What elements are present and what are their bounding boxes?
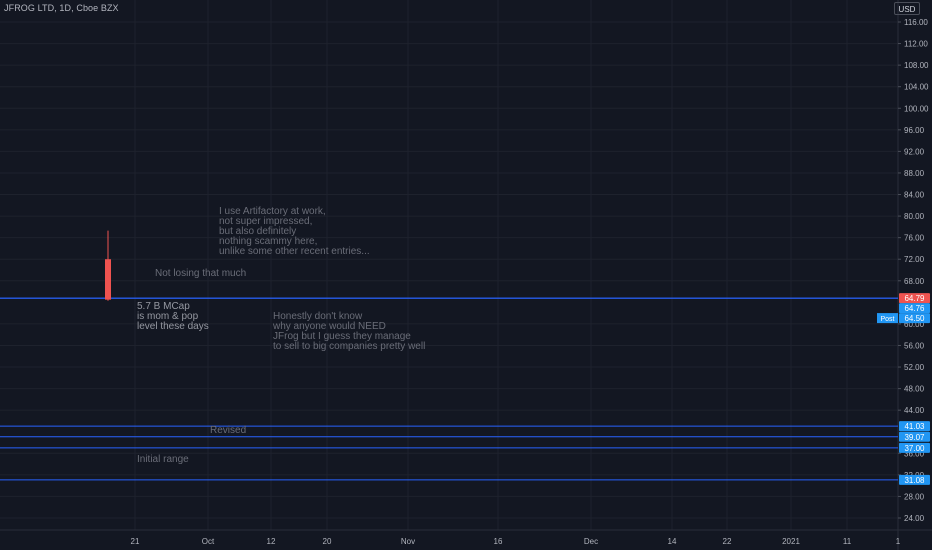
note-need-jfrog[interactable]: Honestly don't know why anyone would NEE…	[273, 312, 425, 352]
time-tick-label: Nov	[401, 537, 415, 546]
price-tick-label: 68.00	[904, 277, 925, 286]
note-initial-range[interactable]: Initial range	[137, 455, 189, 465]
price-tick-label: 44.00	[904, 406, 925, 415]
time-tick-label: 12	[267, 537, 276, 546]
price-tick-label: 108.00	[904, 61, 929, 70]
price-tick-label: 76.00	[904, 234, 925, 243]
note-artifactory[interactable]: I use Artifactory at work, not super imp…	[219, 207, 370, 257]
price-tick-label: 84.00	[904, 191, 925, 200]
note-not-losing[interactable]: Not losing that much	[155, 269, 246, 279]
note-revised[interactable]: Revised	[210, 426, 246, 436]
price-badge-label: 64.79	[904, 294, 925, 303]
time-tick-label: 22	[723, 537, 732, 546]
time-tick-label: Oct	[202, 537, 215, 546]
price-tick-label: 92.00	[904, 147, 925, 156]
price-tick-label: 28.00	[904, 492, 925, 501]
symbol-title[interactable]: JFROG LTD, 1D, Cboe BZX	[4, 3, 119, 13]
time-tick-label: Dec	[584, 537, 598, 546]
price-chart[interactable]: 116.00 112.00 108.00 104.00 100.00 96.00 92.00…	[0, 0, 932, 550]
price-tick-label: 88.00	[904, 169, 925, 178]
candle-body	[105, 259, 111, 300]
price-badge-label: 41.03	[904, 422, 925, 431]
time-tick-label: 14	[668, 537, 677, 546]
time-tick-label: 2021	[782, 537, 800, 546]
price-badge-label: 64.50	[904, 314, 925, 323]
post-market-label: Post	[880, 316, 894, 323]
price-badge-label: 39.07	[904, 433, 925, 442]
price-tick-label: 48.00	[904, 385, 925, 394]
price-tick-label: 56.00	[904, 341, 925, 350]
time-tick-label: 21	[131, 537, 140, 546]
price-tick-label: 96.00	[904, 126, 925, 135]
price-tick-label: 24.00	[904, 514, 925, 523]
note-mcap[interactable]: 5.7 B MCap is mom & pop level these days	[137, 302, 209, 332]
price-badge-label: 64.76	[904, 304, 925, 313]
time-tick-label: 1	[896, 537, 901, 546]
time-tick-label: 20	[323, 537, 332, 546]
price-tick-label: 112.00	[904, 40, 928, 49]
price-tick-label: 116.00	[904, 18, 928, 27]
price-tick-label: 104.00	[904, 83, 929, 92]
price-tick-label: 52.00	[904, 363, 925, 372]
price-tick-label: 100.00	[904, 104, 929, 113]
time-tick-label: 16	[494, 537, 503, 546]
currency-button[interactable]: USD	[894, 2, 920, 15]
price-badge-label: 37.00	[904, 444, 925, 453]
time-tick-label: 11	[843, 537, 852, 546]
price-tick-label: 80.00	[904, 212, 925, 221]
price-tick-label: 72.00	[904, 255, 925, 264]
price-badge-label: 31.08	[904, 476, 925, 485]
